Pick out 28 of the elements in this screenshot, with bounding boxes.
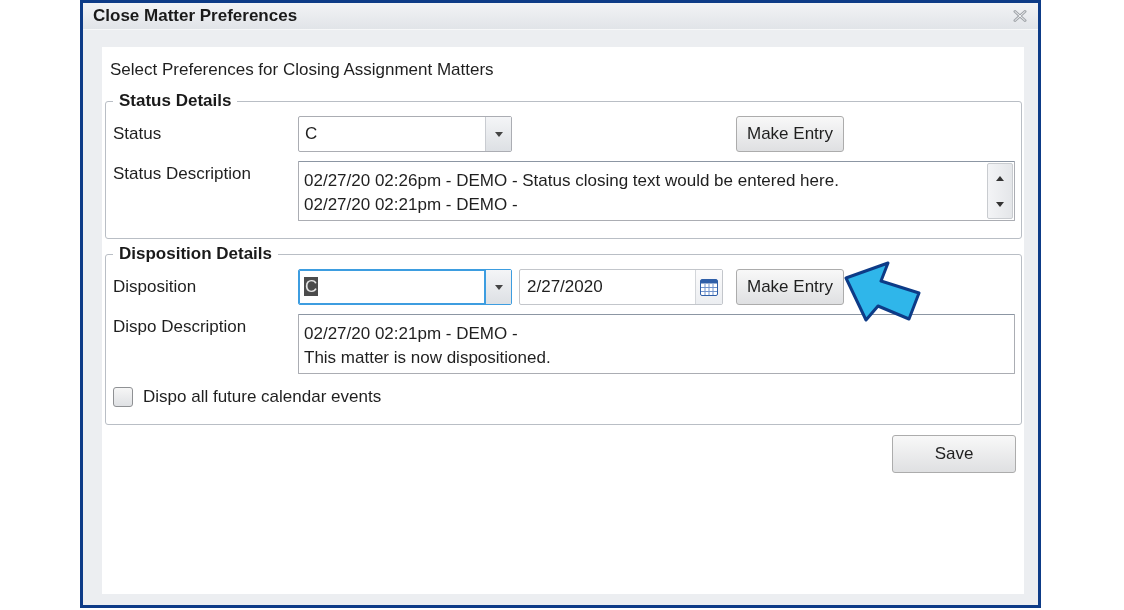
field-label: Status Description (113, 163, 252, 184)
field-label: Disposition (113, 277, 198, 297)
scroll-down-icon[interactable] (996, 202, 1004, 207)
caret-down-icon (494, 284, 503, 290)
checkbox[interactable] (113, 387, 133, 407)
arrow-icon (844, 261, 922, 322)
group-title: Status Details (118, 91, 233, 111)
dropdown-button[interactable] (485, 117, 511, 151)
field-label: Status (113, 124, 163, 144)
text-area[interactable]: 02/27/20 02:21pm - DEMO - This matter is now dispositioned. (298, 314, 1015, 374)
save-button[interactable]: Save (892, 435, 1016, 473)
date-field[interactable]: 2/27/2020 (519, 269, 723, 305)
text-area[interactable]: 02/27/20 02:26pm - DEMO - Status closing text would be entered here. 02/27/20 02:21pm - DEMO - (298, 161, 1015, 221)
dropdown-button[interactable] (484, 270, 511, 304)
make-entry-button[interactable]: Make Entry (736, 116, 844, 152)
caret-down-icon (494, 131, 503, 137)
dropdown[interactable]: C (298, 269, 512, 305)
calendar-button[interactable] (695, 270, 722, 304)
scrollbar[interactable] (987, 163, 1013, 219)
scroll-up-icon[interactable] (996, 176, 1004, 181)
make-entry-button[interactable]: Make Entry (736, 269, 844, 305)
dropdown[interactable]: C (298, 116, 512, 152)
field-label: Dispo Description (113, 316, 248, 337)
checkbox-label: Dispo all future calendar events (143, 387, 382, 407)
instruction-text: Select Preferences for Closing Assignment Matters (109, 60, 495, 80)
window-title: Close Matter Preferences (93, 6, 298, 26)
calendar-icon (700, 278, 718, 296)
group-title: Disposition Details (118, 244, 274, 264)
